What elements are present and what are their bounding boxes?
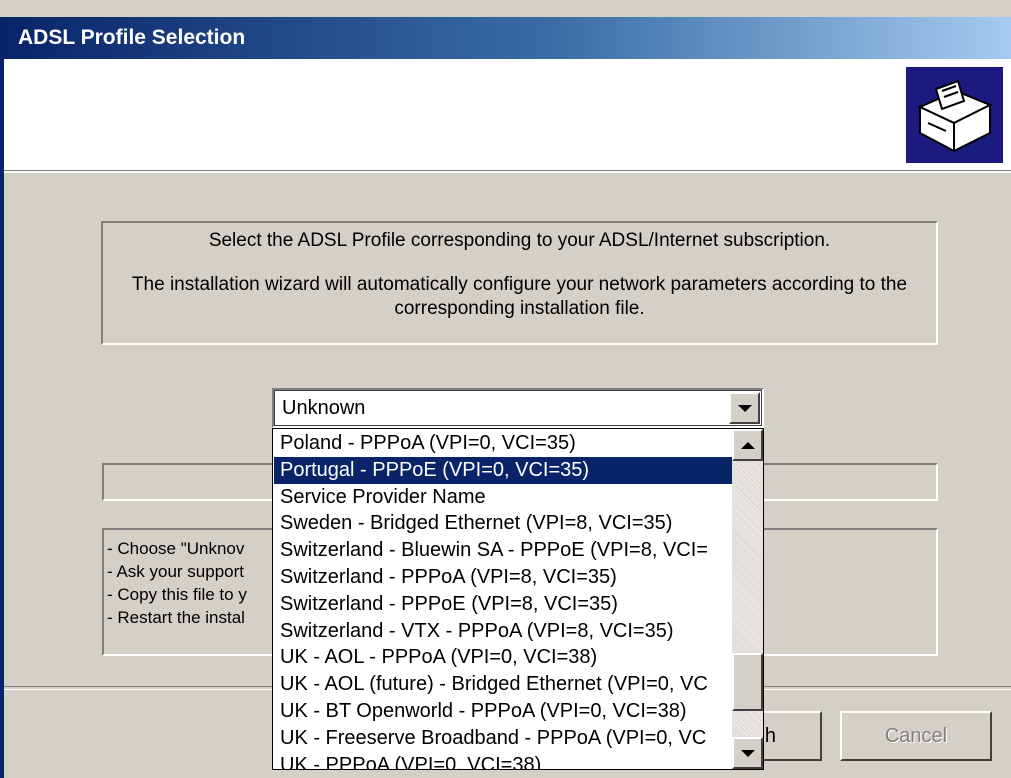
- dropdown-options: Poland - PPPoA (VPI=0, VCI=35) Portugal -…: [274, 430, 732, 769]
- dropdown-option[interactable]: UK - AOL (future) - Bridged Ethernet (VP…: [274, 671, 732, 698]
- info-box: Select the ADSL Profile corresponding to…: [101, 221, 938, 345]
- dropdown-option[interactable]: UK - AOL - PPPoA (VPI=0, VCI=38): [274, 644, 732, 671]
- dropdown-option[interactable]: Portugal - PPPoE (VPI=0, VCI=35): [274, 456, 732, 484]
- dropdown-option[interactable]: Poland - PPPoA (VPI=0, VCI=35): [274, 430, 732, 457]
- dropdown-option[interactable]: Switzerland - PPPoA (VPI=8, VCI=35): [274, 564, 732, 591]
- arrow-up-icon: [740, 441, 755, 449]
- header-separator: [4, 171, 1011, 173]
- dropdown-option[interactable]: Switzerland - Bluewin SA - PPPoE (VPI=8,…: [274, 537, 732, 564]
- profile-select[interactable]: Unknown: [272, 388, 764, 428]
- dropdown-button[interactable]: [729, 392, 760, 424]
- info-line-2: The installation wizard will automatical…: [131, 274, 908, 319]
- profile-select-value: Unknown: [282, 397, 366, 419]
- dropdown-option[interactable]: UK - Freeserve Broadband - PPPoA (VPI=0,…: [274, 725, 732, 752]
- window-title: ADSL Profile Selection: [18, 26, 246, 49]
- dropdown-option[interactable]: Sweden - Bridged Ethernet (VPI=8, VCI=35…: [274, 510, 732, 537]
- arrow-down-icon: [740, 749, 755, 757]
- dropdown-option[interactable]: Service Provider Name: [274, 484, 732, 511]
- top-edge: [0, 0, 1011, 17]
- scroll-down-button[interactable]: [732, 737, 763, 769]
- info-line-1: Select the ADSL Profile corresponding to…: [208, 230, 831, 251]
- profile-dropdown-list[interactable]: Poland - PPPoA (VPI=0, VCI=35) Portugal -…: [272, 428, 764, 770]
- scroll-up-button[interactable]: [732, 429, 763, 461]
- scrollbar[interactable]: [732, 429, 763, 769]
- title-bar[interactable]: ADSL Profile Selection: [4, 17, 1011, 59]
- next-button-label: h: [764, 724, 776, 747]
- wizard-header: [4, 59, 1011, 172]
- dropdown-option[interactable]: Switzerland - VTX - PPPoA (VPI=8, VCI=35…: [274, 618, 732, 645]
- dropdown-option[interactable]: Switzerland - PPPoE (VPI=8, VCI=35): [274, 591, 732, 618]
- install-box-icon: [906, 67, 1003, 163]
- cancel-button[interactable]: Cancel: [840, 711, 992, 761]
- dropdown-option[interactable]: UK - PPPoA (VPI=0, VCI=38): [274, 752, 732, 769]
- chevron-down-icon: [737, 404, 752, 412]
- scrollbar-thumb[interactable]: [732, 652, 763, 711]
- cancel-button-label: Cancel: [884, 724, 948, 747]
- dropdown-option[interactable]: UK - BT Openworld - PPPoA (VPI=0, VCI=38…: [274, 698, 732, 725]
